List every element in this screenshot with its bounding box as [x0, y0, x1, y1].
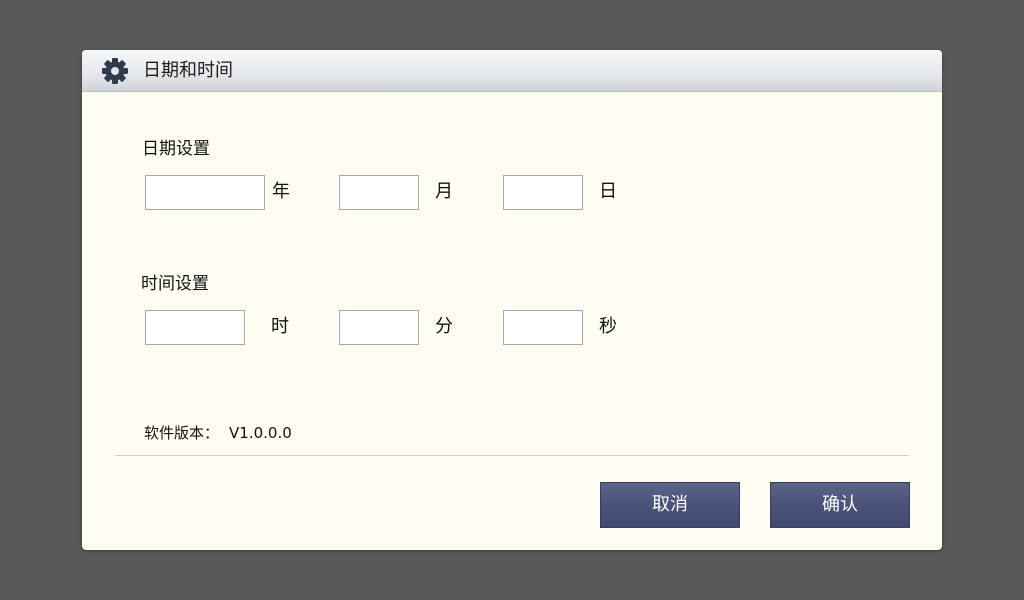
version-label: 软件版本：	[144, 424, 220, 442]
gear-icon	[101, 57, 129, 85]
cancel-button[interactable]: 取消	[600, 482, 740, 528]
minute-input[interactable]	[339, 310, 419, 345]
time-settings-label: 时间设置	[141, 274, 209, 294]
software-version: 软件版本： V1.0.0.0	[144, 424, 292, 442]
second-input[interactable]	[503, 310, 583, 345]
day-unit-label: 日	[599, 181, 617, 202]
hour-input[interactable]	[145, 310, 245, 345]
minute-unit-label: 分	[435, 316, 453, 337]
hour-unit-label: 时	[271, 316, 289, 337]
confirm-button[interactable]: 确认	[770, 482, 910, 528]
date-settings-label: 日期设置	[142, 139, 210, 159]
month-input[interactable]	[339, 175, 419, 210]
dialog-title: 日期和时间	[143, 60, 233, 81]
year-unit-label: 年	[272, 181, 290, 202]
footer-divider	[115, 455, 909, 456]
year-input[interactable]	[145, 175, 265, 210]
version-value: V1.0.0.0	[229, 424, 292, 442]
dialog-titlebar: 日期和时间	[82, 50, 942, 92]
date-time-dialog: 日期和时间 日期设置 年 月 日 时间设置 时 分 秒 软件版本： V1.0.0.…	[82, 50, 942, 550]
second-unit-label: 秒	[599, 316, 617, 337]
month-unit-label: 月	[435, 181, 453, 202]
day-input[interactable]	[503, 175, 583, 210]
